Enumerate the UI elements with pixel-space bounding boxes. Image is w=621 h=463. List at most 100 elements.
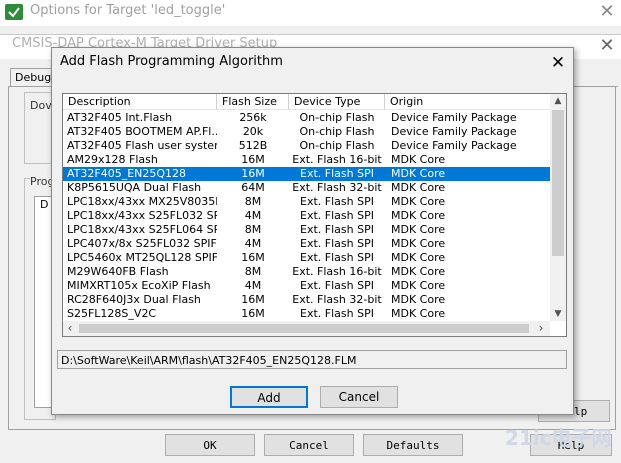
scroll-up-icon[interactable]: ▲	[550, 94, 566, 108]
scroll-left-icon[interactable]: ‹	[63, 321, 77, 336]
table-row[interactable]: LPC18xx/43xx MX25V8035F... 8M Ext. Flash S…	[63, 195, 550, 209]
col-origin[interactable]: Origin	[385, 94, 550, 110]
cell-type: Ext. Flash SPI	[300, 237, 374, 250]
cell-origin: Device Family Package	[391, 111, 517, 124]
cell-size: 256k	[239, 111, 267, 124]
cell-origin: MDK Core	[391, 279, 446, 292]
scroll-down-icon[interactable]: ▼	[550, 307, 566, 321]
cell-description: LPC407x/8x S25FL032 SPIFI	[67, 237, 217, 250]
cell-origin: MDK Core	[391, 251, 446, 264]
cell-type: Ext. Flash 32-bit	[292, 181, 382, 194]
cell-description: LPC5460x MT25QL128 SPIFI	[67, 251, 217, 264]
cell-size: 16M	[241, 307, 265, 320]
outer-close-icon[interactable]: ✕	[597, 2, 617, 22]
cell-size: 16M	[241, 167, 265, 180]
cell-origin: MDK Core	[391, 223, 446, 236]
table-row[interactable]: MIMXRT105x EcoXiP Flash 4M Ext. Flash SPI M…	[63, 279, 550, 293]
dialog-cancel-button[interactable]: Cancel	[320, 386, 398, 408]
cell-description: AT32F405 BOOTMEM AP.Fl...	[67, 125, 217, 138]
cell-type: On-chip Flash	[299, 139, 375, 152]
cell-size: 4M	[244, 209, 262, 222]
vertical-scroll-thumb[interactable]	[552, 110, 564, 256]
cell-type: Ext. Flash 32-bit	[292, 293, 382, 306]
table-row[interactable]: AT32F405 BOOTMEM AP.Fl... 20k On-chip Flas…	[63, 125, 550, 139]
cmsis-close-icon[interactable]: ✕	[597, 36, 617, 56]
table-row[interactable]: LPC18xx/43xx S25FL032 SP... 4M Ext. Flash …	[63, 209, 550, 223]
cell-size: 4M	[244, 237, 262, 250]
cell-type: On-chip Flash	[299, 111, 375, 124]
table-row[interactable]: M29W640FB Flash 8M Ext. Flash 16-bit MDK Co…	[63, 265, 550, 279]
scroll-right-icon[interactable]: ›	[534, 321, 548, 336]
cell-size: 8M	[244, 265, 262, 278]
cell-origin: MDK Core	[391, 237, 446, 250]
cell-type: Ext. Flash SPI	[300, 279, 374, 292]
cell-description: LPC18xx/43xx S25FL032 SP...	[67, 209, 217, 222]
cell-origin: MDK Core	[391, 153, 446, 166]
cell-type: Ext. Flash SPI	[300, 209, 374, 222]
cancel-button[interactable]: Cancel	[264, 434, 354, 456]
cell-size: 8M	[244, 223, 262, 236]
table-row[interactable]: K8P5615UQA Dual Flash 64M Ext. Flash 32-bi…	[63, 181, 550, 195]
cell-size: 8M	[244, 195, 262, 208]
cell-origin: MDK Core	[391, 167, 446, 180]
cell-size: 16M	[241, 153, 265, 166]
cell-type: Ext. Flash SPI	[300, 307, 374, 320]
cell-size: 512B	[238, 139, 268, 152]
table-row[interactable]: AT32F405 Int.Flash 256k On-chip Flash Devic…	[63, 111, 550, 125]
add-button[interactable]: Add	[230, 386, 308, 408]
cell-size: 64M	[241, 181, 265, 194]
cell-size: 4M	[244, 279, 262, 292]
cell-description: AT32F405 Int.Flash	[67, 111, 173, 124]
col-description[interactable]: Description	[63, 94, 217, 110]
cell-description: M29W640FB Flash	[67, 265, 169, 278]
cell-origin: MDK Core	[391, 293, 446, 306]
cell-origin: Device Family Package	[391, 125, 517, 138]
cell-description: S25FL128S_V2C	[67, 307, 157, 320]
cell-type: Ext. Flash SPI	[300, 167, 374, 180]
cell-description: K8P5615UQA Dual Flash	[67, 181, 202, 194]
cell-type: Ext. Flash SPI	[300, 195, 374, 208]
cell-size: 20k	[242, 125, 264, 138]
cell-origin: MDK Core	[391, 307, 446, 320]
table-row[interactable]: LPC407x/8x S25FL032 SPIFI 4M Ext. Flash SP…	[63, 237, 550, 251]
watermark-logo: 21ic电子网	[505, 426, 612, 450]
cell-origin: MDK Core	[391, 265, 446, 278]
cell-type: Ext. Flash SPI	[300, 223, 374, 236]
cell-description: AM29x128 Flash	[67, 153, 158, 166]
download-group-label: Dov	[30, 99, 52, 112]
defaults-button[interactable]: Defaults	[363, 434, 463, 456]
cell-origin: MDK Core	[391, 195, 446, 208]
algorithm-path-field: D:\SoftWare\Keil\ARM\flash\AT32F405_EN25…	[57, 350, 567, 369]
dialog-close-icon[interactable]: ✕	[548, 53, 568, 73]
table-row[interactable]: AT32F405 Flash user system... 512B On-chip…	[63, 139, 550, 153]
table-row[interactable]: LPC18xx/43xx S25FL064 SP... 8M Ext. Flash …	[63, 223, 550, 237]
cell-description: LPC18xx/43xx S25FL064 SP...	[67, 223, 217, 236]
table-row[interactable]: AT32F405_EN25Q128 16M Ext. Flash SPI MDK Co…	[63, 167, 550, 181]
col-flash-size[interactable]: Flash Size	[217, 94, 289, 110]
dialog-title: Add Flash Programming Algorithm	[60, 54, 283, 69]
cell-type: On-chip Flash	[299, 125, 375, 138]
cell-description: RC28F640J3x Dual Flash	[67, 293, 201, 306]
table-row[interactable]: LPC5460x MT25QL128 SPIFI 16M Ext. Flash SP…	[63, 251, 550, 265]
cell-type: Ext. Flash SPI	[300, 251, 374, 264]
cell-type: Ext. Flash 16-bit	[292, 265, 382, 278]
cell-description: LPC18xx/43xx MX25V8035F...	[67, 195, 217, 208]
table-row[interactable]: S25FL128S_V2C 16M Ext. Flash SPI MDK Core	[63, 307, 550, 321]
cell-description: MIMXRT105x EcoXiP Flash	[67, 279, 211, 292]
cell-origin: MDK Core	[391, 209, 446, 222]
ok-button[interactable]: OK	[165, 434, 255, 456]
col-device-type[interactable]: Device Type	[289, 94, 385, 110]
cell-origin: MDK Core	[391, 181, 446, 194]
keil-app-icon	[5, 4, 23, 20]
cell-origin: Device Family Package	[391, 139, 517, 152]
table-row[interactable]: RC28F640J3x Dual Flash 16M Ext. Flash 32-b…	[63, 293, 550, 307]
cell-description: AT32F405_EN25Q128	[67, 167, 187, 180]
cell-size: 16M	[241, 293, 265, 306]
cell-type: Ext. Flash 16-bit	[292, 153, 382, 166]
horizontal-scroll-thumb[interactable]	[79, 324, 529, 333]
tab-debug[interactable]: Debug	[10, 68, 54, 86]
algorithm-list-behind-header: D	[40, 198, 49, 211]
cell-size: 16M	[241, 251, 265, 264]
cell-description: AT32F405 Flash user system...	[67, 139, 217, 152]
table-row[interactable]: AM29x128 Flash 16M Ext. Flash 16-bit MDK Co…	[63, 153, 550, 167]
